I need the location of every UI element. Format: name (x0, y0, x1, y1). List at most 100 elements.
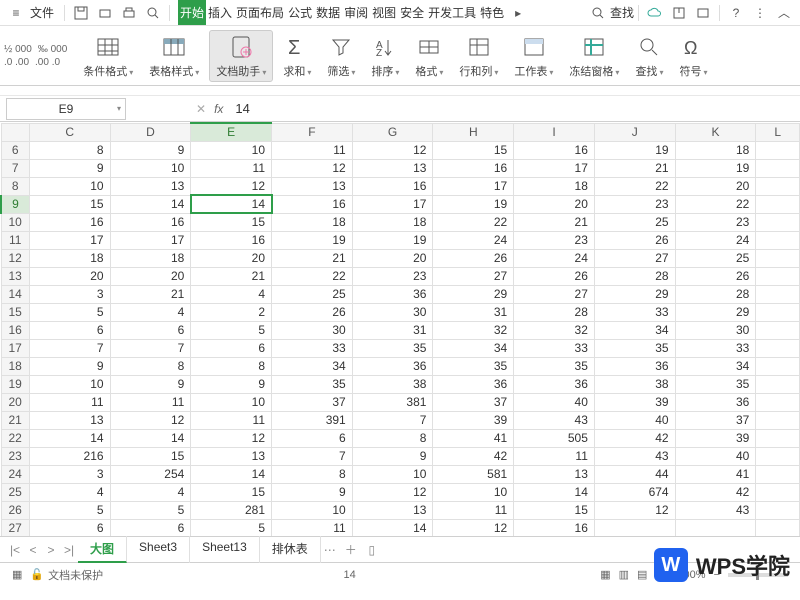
cell[interactable]: 9 (272, 483, 353, 501)
cell[interactable]: 12 (272, 159, 353, 177)
cell[interactable] (756, 195, 800, 213)
cell[interactable]: 22 (675, 195, 756, 213)
cell[interactable]: 13 (29, 411, 110, 429)
cell[interactable]: 5 (110, 501, 191, 519)
cell[interactable]: 16 (433, 159, 514, 177)
tab-review[interactable]: 审阅 (342, 0, 370, 25)
cell[interactable]: 11 (433, 501, 514, 519)
row-header[interactable]: 7 (1, 159, 29, 177)
cell[interactable]: 34 (272, 357, 353, 375)
cell[interactable]: 12 (191, 429, 272, 447)
cell[interactable]: 32 (433, 321, 514, 339)
cell[interactable]: 5 (191, 519, 272, 536)
cell[interactable]: 24 (675, 231, 756, 249)
tab-special[interactable]: 特色 (478, 0, 506, 25)
ribbon-symbol-button[interactable]: Ω符号 (673, 30, 713, 82)
cell[interactable]: 32 (514, 321, 595, 339)
cell[interactable]: 26 (433, 249, 514, 267)
cell[interactable]: 23 (594, 195, 675, 213)
spreadsheet-grid[interactable]: CDEFGHIJKL689101112151619187910111213161… (0, 122, 800, 536)
cell[interactable]: 11 (272, 519, 353, 536)
cell[interactable]: 15 (29, 195, 110, 213)
cell[interactable]: 674 (594, 483, 675, 501)
cell[interactable]: 41 (433, 429, 514, 447)
row-header[interactable]: 18 (1, 357, 29, 375)
cell[interactable] (756, 393, 800, 411)
cell[interactable]: 26 (675, 267, 756, 285)
row-header[interactable]: 24 (1, 465, 29, 483)
ribbon-rowcol-button[interactable]: 行和列 (453, 30, 504, 82)
row-header[interactable]: 27 (1, 519, 29, 536)
row-header[interactable]: 9 (1, 195, 29, 213)
cell[interactable]: 40 (594, 411, 675, 429)
row-header[interactable]: 26 (1, 501, 29, 519)
cell[interactable]: 14 (191, 465, 272, 483)
cell[interactable]: 37 (675, 411, 756, 429)
cell[interactable]: 31 (433, 303, 514, 321)
row-header[interactable]: 19 (1, 375, 29, 393)
cell[interactable]: 20 (29, 267, 110, 285)
cell[interactable]: 19 (272, 231, 353, 249)
cell[interactable]: 7 (29, 339, 110, 357)
cell[interactable]: 21 (191, 267, 272, 285)
sheet-nav-first-icon[interactable]: |< (6, 543, 24, 557)
cell[interactable]: 7 (352, 411, 433, 429)
cell[interactable]: 18 (675, 141, 756, 159)
cell[interactable]: 16 (514, 519, 595, 536)
lock-icon[interactable]: 🔓 (30, 568, 44, 581)
cell[interactable]: 505 (514, 429, 595, 447)
ribbon-filter-button[interactable]: 筛选 (321, 30, 361, 82)
cell[interactable]: 35 (594, 339, 675, 357)
sheet-more-icon[interactable]: ⋯ (321, 543, 339, 557)
col-header[interactable]: I (514, 123, 595, 141)
cell[interactable]: 25 (594, 213, 675, 231)
view-layout-icon[interactable]: ▥ (619, 568, 629, 581)
cell[interactable]: 12 (594, 501, 675, 519)
cell[interactable]: 4 (110, 303, 191, 321)
cell[interactable]: 7 (110, 339, 191, 357)
grid-mode-icon[interactable]: ▦ (12, 568, 22, 581)
cell[interactable] (756, 285, 800, 303)
cell[interactable]: 6 (29, 519, 110, 536)
cell[interactable]: 3 (29, 465, 110, 483)
cell[interactable]: 35 (675, 375, 756, 393)
cell[interactable]: 36 (675, 393, 756, 411)
view-normal-icon[interactable]: ▦ (600, 568, 610, 581)
cell[interactable]: 12 (191, 177, 272, 195)
cell[interactable]: 34 (433, 339, 514, 357)
cell[interactable]: 13 (191, 447, 272, 465)
cell[interactable]: 18 (514, 177, 595, 195)
cell[interactable]: 28 (514, 303, 595, 321)
help-icon[interactable]: ? (726, 3, 746, 23)
cell[interactable]: 37 (272, 393, 353, 411)
cell[interactable]: 23 (352, 267, 433, 285)
row-header[interactable]: 25 (1, 483, 29, 501)
cell[interactable]: 30 (272, 321, 353, 339)
cell[interactable]: 24 (514, 249, 595, 267)
cell[interactable]: 6 (191, 339, 272, 357)
cell[interactable]: 35 (433, 357, 514, 375)
tab-start[interactable]: 开始 (178, 0, 206, 25)
cell[interactable]: 21 (110, 285, 191, 303)
cell[interactable] (756, 447, 800, 465)
cell[interactable] (675, 519, 756, 536)
cell[interactable]: 16 (352, 177, 433, 195)
number-format-samples[interactable]: ½ 000‰ 000 .0 .00.00 .0 (4, 44, 67, 68)
cell[interactable]: 9 (110, 375, 191, 393)
ribbon-find-button[interactable]: 查找 (629, 30, 669, 82)
cell[interactable]: 38 (352, 375, 433, 393)
cell[interactable]: 9 (352, 447, 433, 465)
cell[interactable]: 37 (433, 393, 514, 411)
cell[interactable]: 18 (29, 249, 110, 267)
cell[interactable]: 36 (352, 357, 433, 375)
sheet-list-icon[interactable]: ▯ (363, 543, 381, 557)
row-header[interactable]: 12 (1, 249, 29, 267)
row-header[interactable]: 22 (1, 429, 29, 447)
sheet-tab[interactable]: 排休表 (260, 536, 321, 563)
row-header[interactable]: 13 (1, 267, 29, 285)
cell[interactable]: 15 (191, 483, 272, 501)
cell[interactable]: 33 (272, 339, 353, 357)
cell[interactable]: 8 (272, 465, 353, 483)
cell[interactable]: 35 (514, 357, 595, 375)
cell[interactable]: 16 (110, 213, 191, 231)
